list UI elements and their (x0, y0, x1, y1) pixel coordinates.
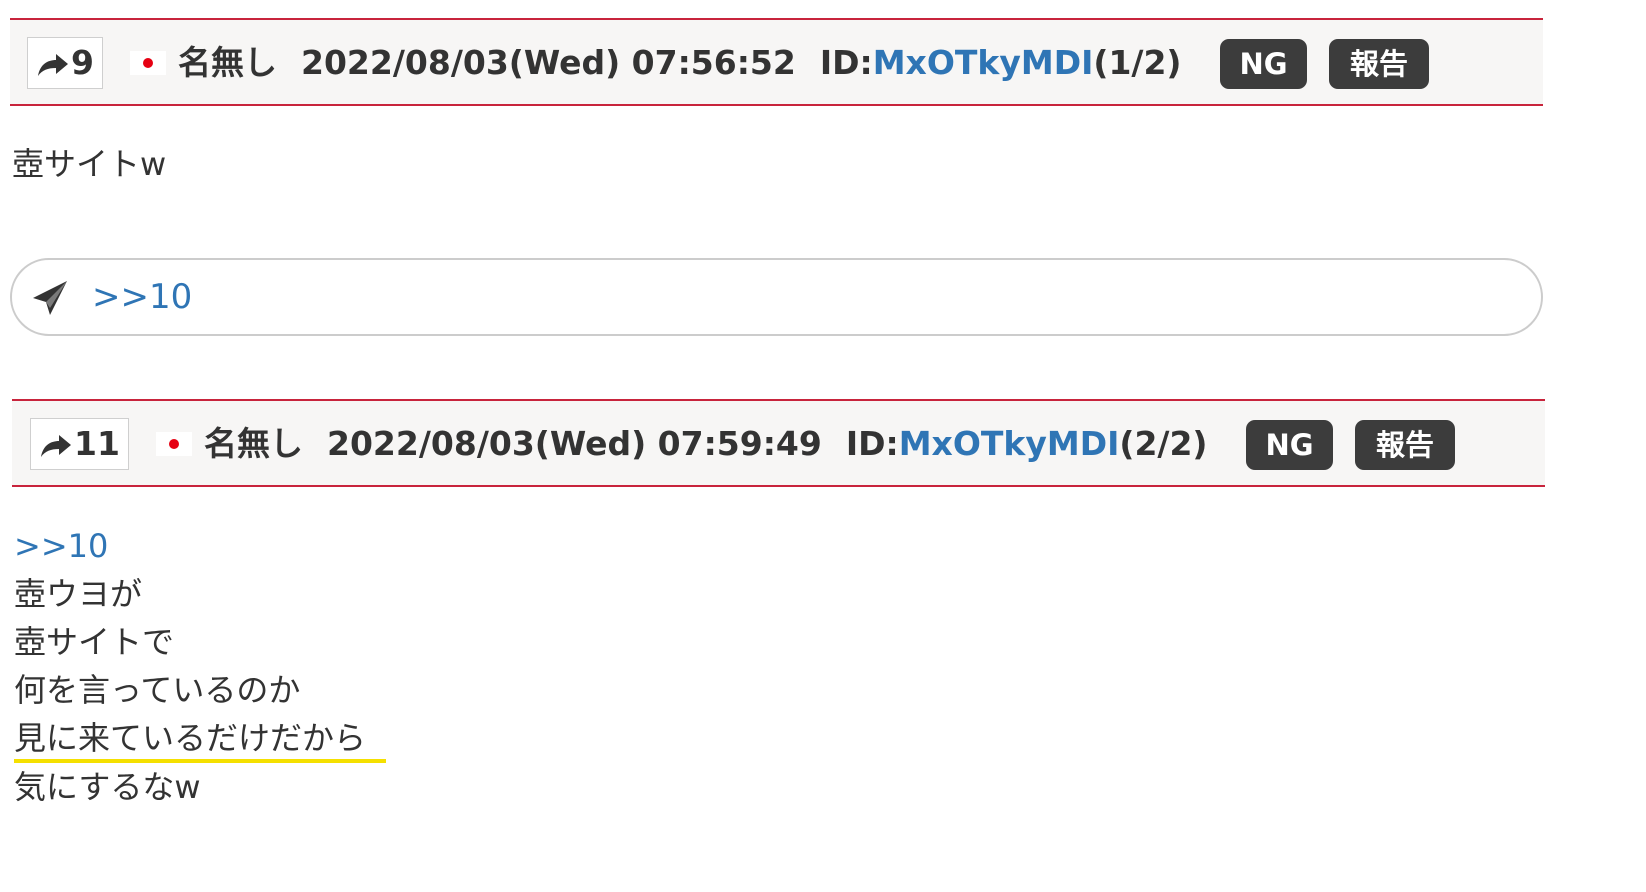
share-arrow-icon (41, 435, 71, 457)
ng-button[interactable]: NG (1220, 39, 1307, 89)
body-line: 壺サイトで (14, 623, 175, 661)
body-line: 気にするなw (14, 768, 201, 806)
poster-name: 名無し (178, 43, 277, 82)
japan-flag-icon (130, 51, 166, 75)
poster-id-link[interactable]: MxOTkyMDI (899, 424, 1120, 463)
japan-flag-icon (156, 432, 192, 456)
report-button[interactable]: 報告 (1355, 420, 1455, 470)
reply-number-button[interactable]: 11 (30, 418, 129, 470)
highlighted-body-line: 見に来ているだけだから (14, 717, 387, 763)
post-datetime: 2022/08/03(Wed) 07:56:52 (301, 43, 796, 82)
body-line: 壺ウヨが (14, 575, 143, 613)
post-body: 壺サイトw (12, 140, 166, 188)
ng-button[interactable]: NG (1246, 420, 1333, 470)
send-icon (33, 281, 67, 315)
poster-name: 名無し (204, 424, 303, 463)
post-number: 9 (71, 43, 94, 82)
post-body: >>10 壺ウヨが 壺サイトで 何を言っているのか 見に来ているだけだから 気に… (14, 522, 387, 811)
id-post-count: (1/2) (1093, 43, 1182, 82)
poster-id-link[interactable]: MxOTkyMDI (873, 43, 1094, 82)
reply-box[interactable]: >>10 (10, 258, 1543, 336)
post-datetime: 2022/08/03(Wed) 07:59:49 (327, 424, 822, 463)
post-meta: 名無し 2022/08/03(Wed) 07:59:49 ID:MxOTkyMDI(… (204, 421, 1208, 467)
reply-link[interactable]: >>10 (92, 274, 192, 320)
id-label: ID: (845, 424, 899, 463)
post-header: 11 名無し 2022/08/03(Wed) 07:59:49 ID:MxOTkyM… (12, 399, 1545, 487)
reply-number-button[interactable]: 9 (27, 37, 103, 89)
quote-link[interactable]: >>10 (14, 522, 386, 570)
body-line: 何を言っているのか (14, 671, 301, 709)
share-arrow-icon (38, 54, 68, 76)
id-label: ID: (819, 43, 873, 82)
body-line: 壺サイトw (12, 145, 167, 183)
post-number: 11 (74, 424, 120, 463)
post-meta: 名無し 2022/08/03(Wed) 07:56:52 ID:MxOTkyMDI(… (178, 40, 1182, 86)
id-post-count: (2/2) (1119, 424, 1208, 463)
post-header: 9 名無し 2022/08/03(Wed) 07:56:52 ID:MxOTkyMD… (10, 18, 1543, 106)
report-button[interactable]: 報告 (1329, 39, 1429, 89)
